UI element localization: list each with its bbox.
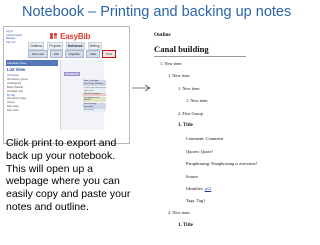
sidebar-list: All Groups All notes by group Unassigned… bbox=[7, 74, 28, 113]
sidebar-item[interactable]: Sub notes bbox=[7, 109, 28, 113]
new-note-button[interactable]: New note bbox=[28, 50, 48, 58]
organize-button[interactable]: Organize bbox=[64, 50, 85, 58]
outline-item-title: 1. Title bbox=[178, 223, 193, 228]
note-card-stack: Main Transition Start Page Reading In th… bbox=[83, 80, 106, 113]
tab-projects[interactable]: Projects bbox=[47, 42, 63, 50]
outline-item: 1. New item bbox=[186, 98, 208, 103]
outline-tags: Tags: Tag1 bbox=[186, 198, 206, 203]
print-button[interactable]: Print bbox=[102, 50, 117, 58]
edit-button[interactable]: Edit bbox=[49, 50, 63, 58]
notebook-toolbar: New note Edit Organize Stats Print bbox=[28, 50, 117, 58]
outline-identifier: Identifier: p12 bbox=[186, 186, 211, 191]
top-link[interactable]: Sign out bbox=[6, 41, 22, 45]
logo-text: EasyBib bbox=[60, 32, 91, 41]
tab-notebook[interactable]: Notebook bbox=[65, 42, 85, 50]
stats-button[interactable]: Stats bbox=[86, 50, 101, 58]
tab-writing[interactable]: Writing bbox=[87, 42, 102, 50]
outline-title: Canal building bbox=[154, 44, 209, 54]
tab-citations[interactable]: Citations bbox=[28, 42, 45, 50]
outline-source: Source bbox=[186, 174, 199, 179]
notebook-app-screenshot: Log in Launch board Manage Sign out Easy… bbox=[3, 26, 130, 144]
outline-page-screenshot: Outline Canal building 1. New item 1. Ne… bbox=[154, 27, 320, 245]
note-card[interactable]: Start Page Reading bbox=[83, 83, 106, 87]
easybib-logo: EasyBib bbox=[50, 32, 90, 41]
note-thumbnail[interactable] bbox=[64, 72, 80, 76]
list-view-heading[interactable]: List View bbox=[7, 67, 25, 72]
arrow-right-icon bbox=[132, 84, 151, 92]
identifier-label: Identifier: bbox=[186, 186, 205, 191]
outline-item: 1. New item bbox=[160, 61, 182, 66]
slide-caption: Click print to export and back up your n… bbox=[6, 137, 131, 213]
note-card[interactable]: Sub-to-many questions bbox=[83, 102, 106, 109]
sidebar-header: Visualize View bbox=[6, 60, 58, 66]
outline-paraphrase: Paraphrasing: Paraphrasing is awesome! bbox=[186, 161, 258, 166]
outline-item: 2. New item bbox=[168, 210, 190, 215]
note-card[interactable]: article title bbox=[83, 109, 106, 113]
title-divider bbox=[154, 56, 246, 57]
outline-item: 1. New item bbox=[178, 86, 200, 91]
outline-item-title: 1. Title bbox=[178, 123, 193, 128]
outline-comment: Comment: Comment bbox=[186, 136, 223, 141]
outline-item: 1. New item bbox=[168, 73, 190, 78]
main-tabs: Citations Projects Notebook Writing bbox=[28, 42, 102, 50]
note-card[interactable]: Development of Health bbox=[83, 96, 106, 103]
outline-label: Outline bbox=[154, 32, 171, 38]
outline-item: 2. First Group bbox=[178, 111, 203, 116]
outline-quote: Quotes: Quote! bbox=[186, 149, 213, 154]
slide-title: Notebook – Printing and backing up notes bbox=[22, 4, 292, 20]
logo-mark-icon bbox=[50, 32, 59, 41]
identifier-link[interactable]: p12 bbox=[205, 186, 212, 191]
top-links: Log in Launch board Manage Sign out bbox=[6, 30, 22, 44]
note-card[interactable]: In this new new way to add notes bbox=[83, 86, 106, 93]
